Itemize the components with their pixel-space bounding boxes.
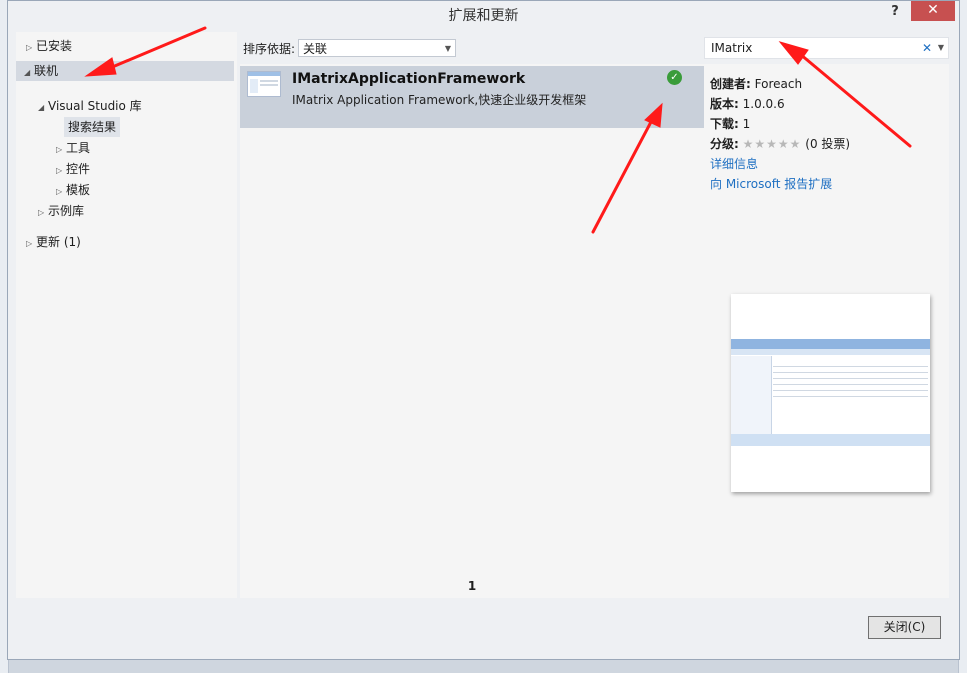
annotation-arrow-line	[591, 118, 654, 234]
annotation-arrow-line	[798, 52, 912, 148]
annotation-arrow-line	[108, 26, 207, 70]
annotation-arrow-head	[644, 102, 663, 128]
annotation-arrows	[84, 26, 912, 234]
annotation-arrow-head	[84, 57, 117, 77]
annotation-arrow-head	[778, 41, 809, 65]
